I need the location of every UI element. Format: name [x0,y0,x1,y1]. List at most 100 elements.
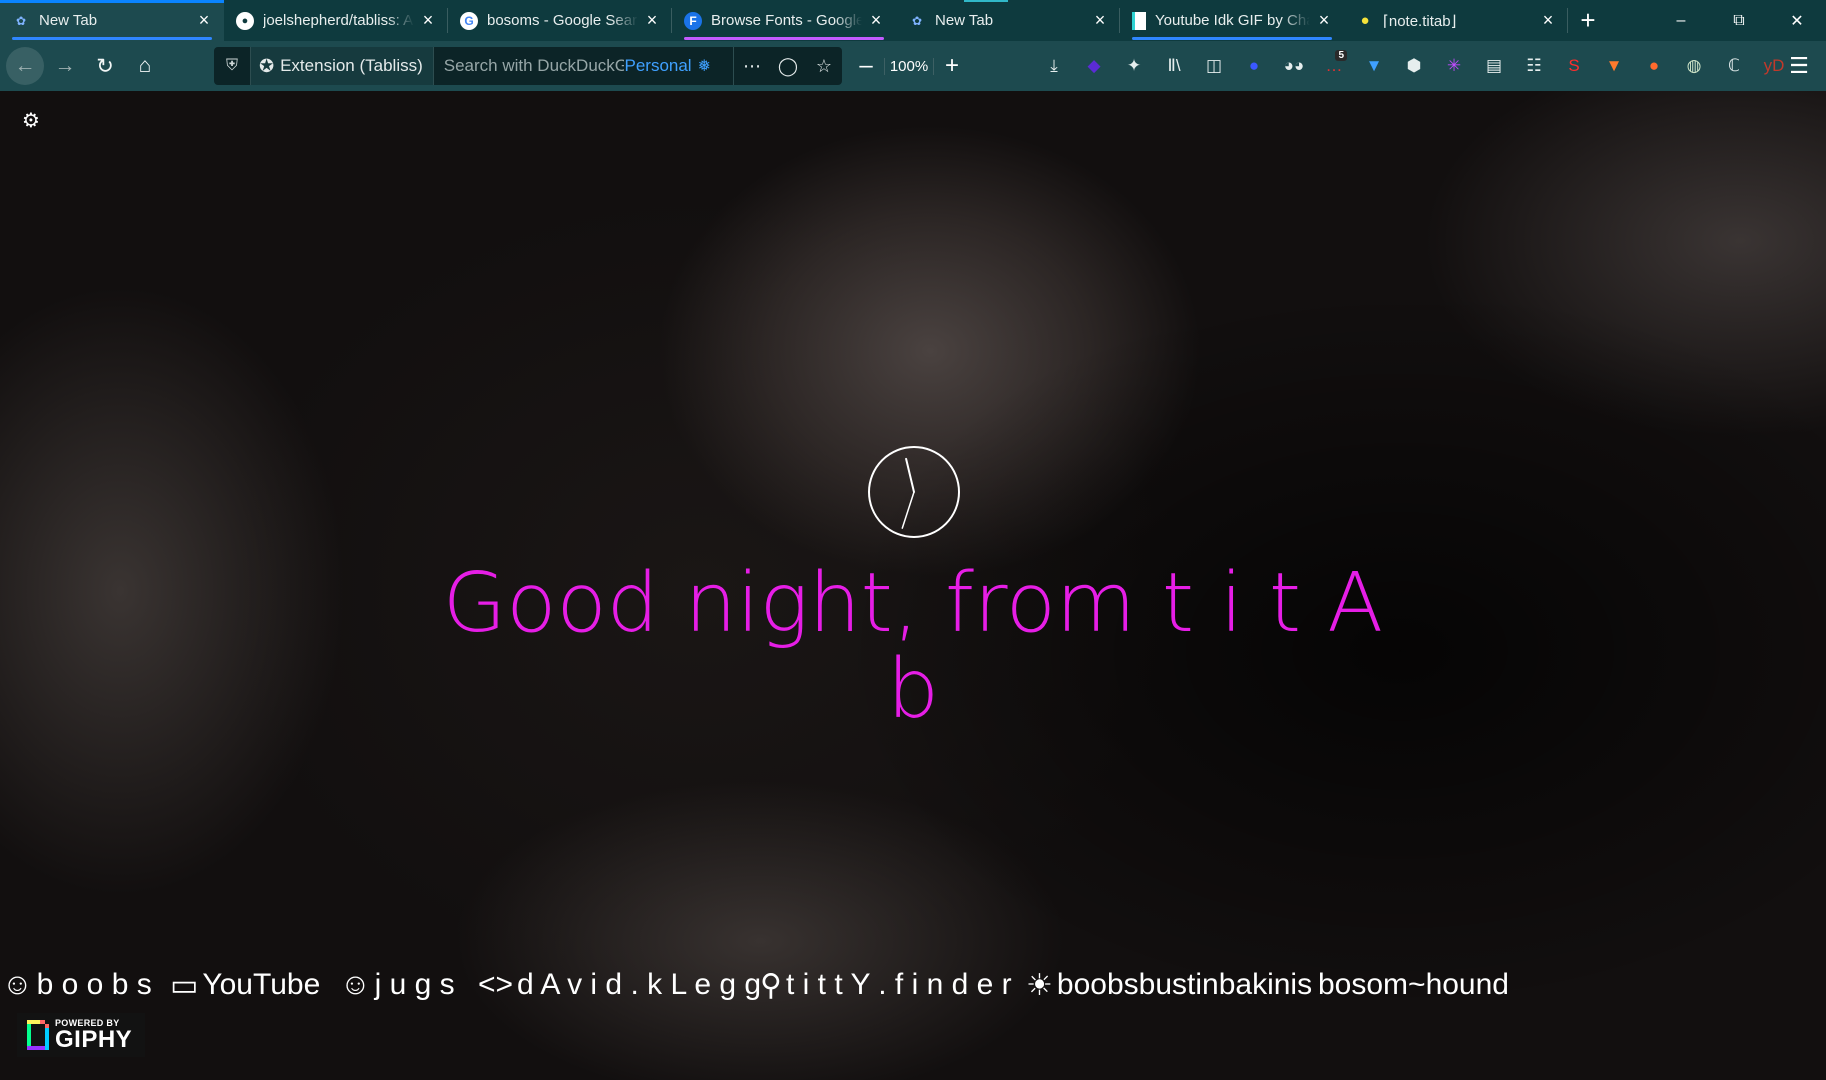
translate-icon[interactable]: ℂ [1714,47,1754,85]
plus-icon: + [1580,5,1596,35]
quick-links-bar: ☺ b o o b s ▭ YouTube ☺ j u g s <> d A v i d . … [0,961,1826,1009]
tab-note-titab[interactable]: ● ⌈note.titab⌋ × [1344,0,1568,41]
tab-new-tab-1[interactable]: ✿ New Tab × [0,0,224,41]
giphy-attribution[interactable]: POWERED BY GIPHY [17,1013,145,1057]
container-label[interactable]: Personal [624,56,697,76]
s-icon[interactable]: S [1554,47,1594,85]
close-icon[interactable]: × [642,10,662,31]
message-icon[interactable]: … 5 [1314,47,1354,85]
tab-youtube-gif[interactable]: Youtube Idk GIF by Cha × [1120,0,1344,41]
reload-button[interactable]: ↻ [86,47,124,85]
restore-button[interactable]: ⧉ [1710,0,1768,41]
close-window-button[interactable]: ✕ [1768,0,1826,41]
navigation-toolbar: ← → ↻ ⌂ ⛨ ✪ Extension (Tabliss) Search w… [0,41,1826,91]
forward-button[interactable]: → [46,47,84,85]
duckduckgo-icon[interactable]: ● [1634,47,1674,85]
settings-gear-icon[interactable]: ⚙ [20,109,42,132]
diamond-icon-glyph: ▼ [1365,56,1383,75]
analog-clock [868,446,960,538]
quick-link-label: d A v i d . k L e g g [517,968,762,1001]
quick-link-1[interactable]: ☺ b o o b s [2,968,152,1002]
google-icon: G [460,11,478,30]
zoom-in-button[interactable]: + [934,52,970,80]
blue-dot-icon[interactable]: ● [1234,47,1274,85]
fingerprint-icon: ❅ [697,58,711,75]
grid-icon-glyph: ☷ [1526,56,1542,75]
tab-title: ⌈note.titab⌋ [1383,12,1457,30]
s-icon-glyph: S [1568,56,1580,75]
tab-title: Youtube Idk GIF by Cha [1155,12,1310,29]
tab-google-search[interactable]: G bosoms - Google Searc × [448,0,672,41]
bookmark-star-icon[interactable]: ☆ [806,56,842,77]
url-bar[interactable]: ⛨ ✪ Extension (Tabliss) Search with Duck… [214,47,842,85]
quick-link-4[interactable]: <> d A v i d . k L e g g [478,968,761,1002]
blue-dot-icon-glyph: ● [1248,56,1260,75]
minute-hand [901,491,915,529]
library-icon-glyph: Ⅱ\ [1167,56,1181,75]
close-icon[interactable]: × [1538,10,1558,31]
sidebar-icon[interactable]: ◫ [1194,47,1234,85]
quick-link-2[interactable]: ▭ YouTube [170,968,320,1003]
globe-icon[interactable]: ◍ [1674,47,1714,85]
tabliss-new-tab-page: ⚙ Good night, from t i t A b ☺ b o o b s ▭… [0,91,1826,1080]
hour-hand [905,457,915,493]
quick-link-6[interactable]: ☀ boobsbustinbakinis [1026,968,1312,1003]
tab-underline [1132,37,1332,40]
url-input[interactable]: Search with DuckDuckGo [434,56,625,76]
tabliss-icon: ✿ [15,13,27,28]
minimize-button[interactable]: – [1652,0,1710,41]
tab-separator [1567,8,1568,33]
close-icon[interactable]: × [1090,10,1110,31]
back-button[interactable]: ← [6,47,44,85]
close-icon[interactable]: × [194,10,214,31]
shield-icon[interactable]: ⛨ [214,57,250,75]
back-arrow-icon: ← [14,54,36,77]
reader-icon-glyph: ▤ [1485,56,1503,75]
eyes-icon[interactable]: ◕◕ [1274,47,1314,85]
quick-link-5[interactable]: ⚲ t i t t Y . f i n d e r [760,968,1012,1003]
new-tab-button[interactable]: + [1568,0,1608,41]
quick-link-label: YouTube [202,968,321,1001]
pocket-icon[interactable]: ◯ [770,56,806,77]
zoom-level[interactable]: 100% [884,57,934,75]
quick-link-3[interactable]: ☺ j u g s [340,968,455,1002]
quick-link-label: j u g s [374,968,455,1001]
video-icon: ▭ [170,968,199,1002]
tab-new-tab-2[interactable]: ✿ New Tab × [896,0,1120,41]
google-fonts-icon: F [684,11,702,30]
close-icon[interactable]: × [1314,10,1334,31]
zoom-out-button[interactable]: – [848,52,884,80]
download-icon[interactable]: ⤓ [1034,47,1074,85]
sparkle-icon-glyph: ✳ [1446,56,1462,75]
puzzle-icon-glyph: ✦ [1126,56,1142,75]
globe-icon-glyph: ◍ [1686,56,1702,75]
quick-link-7[interactable]: bosom~hound [1318,968,1509,1002]
more-actions-icon[interactable]: ⋯ [734,56,770,77]
quick-link-label: t i t t Y . f i n d e r [785,968,1012,1001]
quick-link-label: boobsbustinbakinis [1056,968,1313,1001]
window-controls: – ⧉ ✕ [1652,0,1826,41]
cup-icon[interactable]: ▼ [1594,47,1634,85]
identity-box[interactable]: ✪ Extension (Tabliss) [250,47,434,85]
grid-icon[interactable]: ☷ [1514,47,1554,85]
close-icon[interactable]: × [418,10,438,31]
tab-google-fonts[interactable]: F Browse Fonts - Google × [672,0,896,41]
stack-icon-glyph: ◆ [1087,56,1101,75]
eyes-icon-glyph: ◕◕ [1283,56,1305,75]
code-icon: <> [478,968,514,1001]
hamburger-menu-button[interactable]: ☰ [1780,47,1818,85]
download-icon-glyph: ⤓ [1050,56,1058,75]
library-icon[interactable]: Ⅱ\ [1154,47,1194,85]
diamond-icon[interactable]: ▼ [1354,47,1394,85]
home-button[interactable]: ⌂ [126,47,164,85]
puzzle-icon[interactable]: ✦ [1114,47,1154,85]
close-icon[interactable]: × [866,10,886,31]
stack-icon[interactable]: ◆ [1074,47,1114,85]
tab-github[interactable]: ● joelshepherd/tabliss: A × [224,0,448,41]
page-actions: ⋯ ◯ ☆ [733,47,842,85]
tab-loading-indicator [964,0,1008,2]
ublock-icon[interactable]: ⬢ [1394,47,1434,85]
reader-icon[interactable]: ▤ [1474,47,1514,85]
sparkle-icon[interactable]: ✳ [1434,47,1474,85]
smile-icon: ☺ [340,968,371,1001]
